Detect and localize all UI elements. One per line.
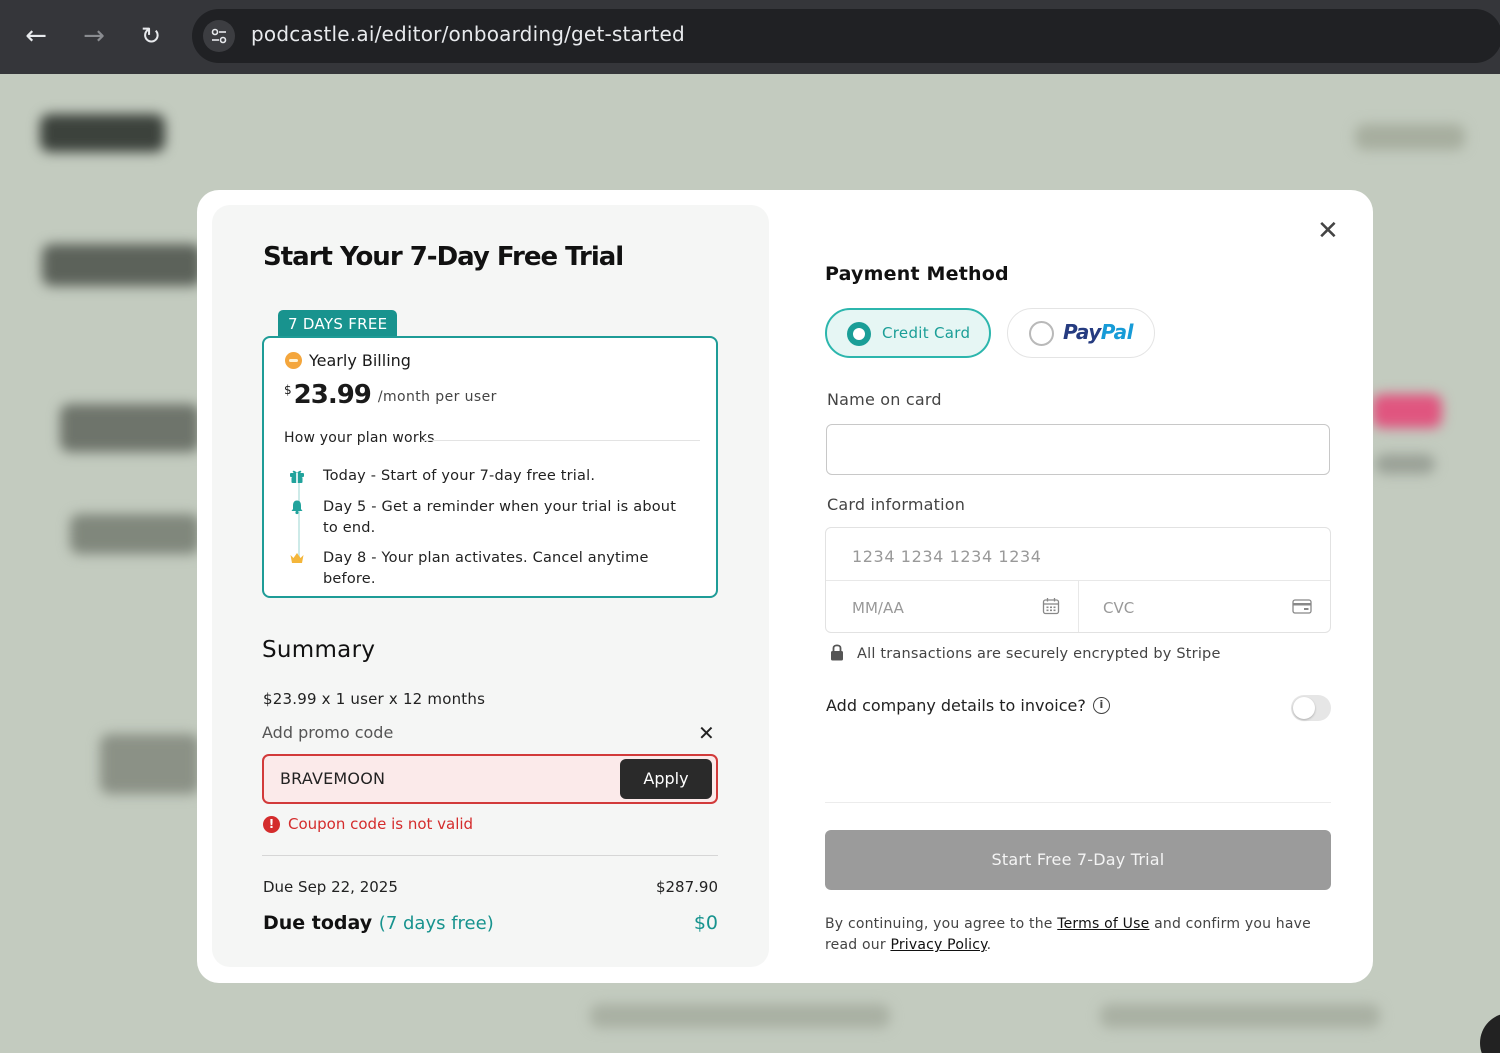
browser-toolbar: ← → ↻ podcastle.ai/editor/onboarding/get… xyxy=(0,0,1500,74)
price-row: $ 23.99 /month per user xyxy=(284,380,497,410)
price-suffix: /month per user xyxy=(377,389,497,405)
promo-code-label: Add promo code xyxy=(262,723,394,742)
blurred-text xyxy=(1375,454,1435,474)
promo-code-input[interactable]: BRAVEMOON xyxy=(280,769,385,788)
timeline-step: Today - Start of your 7-day free trial. xyxy=(288,466,693,487)
lock-icon xyxy=(830,643,844,665)
step-text: Day 5 - Get a reminder when your trial i… xyxy=(323,499,677,536)
radio-selected-icon[interactable] xyxy=(847,322,871,346)
blurred-text xyxy=(1100,1004,1380,1028)
blurred-card-title xyxy=(60,404,200,452)
expiry-input[interactable]: MM/AA xyxy=(852,599,904,617)
promo-code-field[interactable]: BRAVEMOON Apply xyxy=(262,754,718,804)
billing-label: Yearly Billing xyxy=(309,351,411,370)
payment-method-title: Payment Method xyxy=(825,263,1009,285)
cvc-input[interactable]: CVC xyxy=(1103,599,1134,617)
start-trial-button[interactable]: Start Free 7-Day Trial xyxy=(825,830,1331,890)
divider xyxy=(1078,580,1079,632)
reload-icon[interactable]: ↻ xyxy=(137,22,165,50)
card-back-icon xyxy=(1292,599,1312,618)
paypal-logo-pay: Pay xyxy=(1063,320,1101,344)
price-currency: $ xyxy=(284,383,292,397)
due-today-label: Due today (7 days free) xyxy=(263,912,494,934)
summary-title: Summary xyxy=(262,637,376,663)
trial-modal: Start Your 7-Day Free Trial 7 DAYS FREE … xyxy=(197,190,1373,983)
close-modal-icon[interactable]: ✕ xyxy=(1317,218,1339,244)
gift-icon xyxy=(288,467,306,485)
radio-unselected-icon[interactable] xyxy=(1029,321,1054,346)
legal-suffix: . xyxy=(986,937,992,953)
paypal-option[interactable]: PayPal xyxy=(1007,308,1155,358)
modal-title: Start Your 7-Day Free Trial xyxy=(263,242,624,272)
blurred-text xyxy=(590,1004,890,1028)
paypal-logo-pal: Pal xyxy=(1100,320,1134,344)
company-details-label: Add company details to invoice? xyxy=(826,696,1086,715)
name-on-card-input[interactable] xyxy=(826,424,1330,475)
due-today-free: (7 days free) xyxy=(378,913,494,934)
crown-icon xyxy=(288,549,306,567)
divider xyxy=(825,802,1331,803)
divider xyxy=(424,440,700,441)
toggle-knob xyxy=(1293,697,1315,719)
timeline-step: Day 5 - Get a reminder when your trial i… xyxy=(288,497,693,539)
company-details-toggle[interactable] xyxy=(1291,695,1331,721)
calendar-icon xyxy=(1042,597,1060,619)
credit-card-label: Credit Card xyxy=(882,324,971,342)
close-promo-icon[interactable]: ✕ xyxy=(698,723,715,743)
paypal-logo: PayPal xyxy=(1063,320,1134,344)
free-days-badge: 7 DAYS FREE xyxy=(278,310,398,338)
error-icon: ! xyxy=(263,815,280,833)
summary-line: $23.99 x 1 user x 12 months xyxy=(263,690,486,708)
due-date-label: Due Sep 22, 2025 xyxy=(263,878,398,896)
timeline-step: Day 8 - Your plan activates. Cancel anyt… xyxy=(288,548,693,590)
apply-button[interactable]: Apply xyxy=(620,759,712,799)
forward-arrow-icon[interactable]: → xyxy=(80,22,108,50)
card-number-input[interactable]: 1234 1234 1234 1234 xyxy=(852,547,1042,566)
blurred-heading xyxy=(42,244,202,286)
site-settings-icon[interactable] xyxy=(203,20,235,52)
address-bar[interactable]: podcastle.ai/editor/onboarding/get-start… xyxy=(192,9,1500,63)
credit-card-option[interactable]: Credit Card xyxy=(825,308,991,358)
coin-icon xyxy=(285,352,302,369)
company-details-row: Add company details to invoice? i xyxy=(826,696,1110,715)
error-text: Coupon code is not valid xyxy=(288,815,474,833)
privacy-policy-link[interactable]: Privacy Policy xyxy=(890,937,986,953)
card-information-field: 1234 1234 1234 1234 MM/AA CVC xyxy=(825,527,1331,633)
step-text: Today - Start of your 7-day free trial. xyxy=(323,468,596,484)
blurred-logo xyxy=(40,114,165,152)
due-today-amount: $0 xyxy=(693,912,718,934)
blurred-nav xyxy=(1355,124,1465,150)
back-arrow-icon[interactable]: ← xyxy=(22,22,50,50)
name-on-card-label: Name on card xyxy=(827,390,942,409)
card-information-label: Card information xyxy=(827,495,966,514)
plan-summary-panel: Start Your 7-Day Free Trial 7 DAYS FREE … xyxy=(212,205,769,967)
secure-notice: All transactions are securely encrypted … xyxy=(830,643,1221,665)
blurred-button xyxy=(1372,394,1442,428)
step-text: Day 8 - Your plan activates. Cancel anyt… xyxy=(323,550,649,587)
due-today-text: Due today xyxy=(263,912,373,934)
due-date-amount: $287.90 xyxy=(655,878,718,896)
blurred-text xyxy=(70,514,200,554)
price-amount: 23.99 xyxy=(293,380,372,410)
info-icon[interactable]: i xyxy=(1092,697,1110,714)
bell-icon xyxy=(288,498,306,516)
blurred-thumbnail xyxy=(100,734,200,794)
legal-text: By continuing, you agree to the Terms of… xyxy=(825,914,1325,956)
plan-card: Yearly Billing $ 23.99 /month per user H… xyxy=(262,336,718,598)
legal-prefix: By continuing, you agree to the xyxy=(825,916,1058,932)
url-text[interactable]: podcastle.ai/editor/onboarding/get-start… xyxy=(251,22,685,46)
promo-error: ! Coupon code is not valid xyxy=(263,815,473,833)
how-plan-works-label: How your plan works xyxy=(284,430,435,446)
secure-text: All transactions are securely encrypted … xyxy=(857,646,1221,662)
billing-row: Yearly Billing xyxy=(285,351,411,370)
terms-of-use-link[interactable]: Terms of Use xyxy=(1057,916,1149,932)
divider xyxy=(262,855,718,856)
